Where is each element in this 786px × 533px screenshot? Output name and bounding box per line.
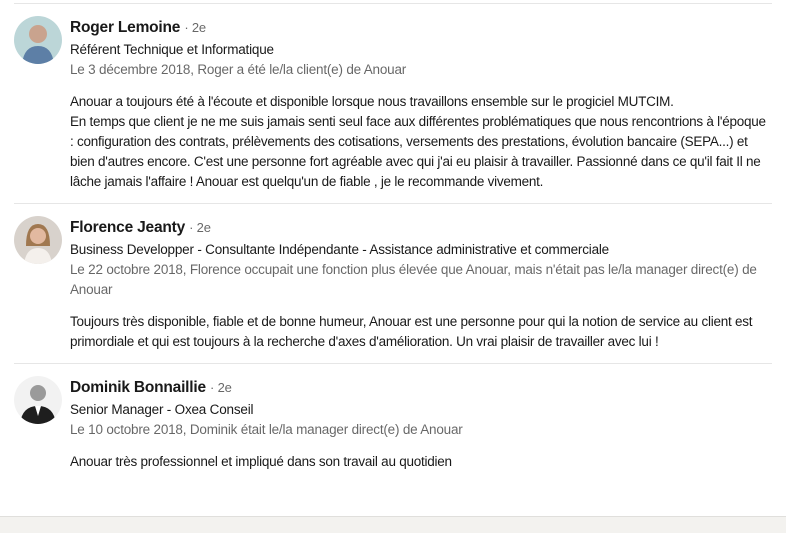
avatar[interactable] bbox=[14, 16, 62, 64]
recommender-name[interactable]: Dominik Bonnaillie bbox=[70, 379, 206, 396]
recommendation-text: Anouar très professionnel et impliqué da… bbox=[70, 454, 452, 469]
recommender-name[interactable]: Roger Lemoine bbox=[70, 19, 180, 36]
recommender-name[interactable]: Florence Jeanty bbox=[70, 219, 185, 236]
recommender-title: Référent Technique et Informatique bbox=[70, 42, 274, 57]
recommender-title: Business Developper - Consultante Indépe… bbox=[70, 242, 609, 257]
avatar-photo-icon bbox=[14, 16, 62, 64]
recommendation-relation: Le 10 octobre 2018, Dominik était le/la … bbox=[70, 422, 463, 437]
recommender-title: Senior Manager - Oxea Conseil bbox=[70, 402, 254, 417]
recommendation-relation: Le 3 décembre 2018, Roger a été le/la cl… bbox=[70, 62, 407, 77]
recommendation-text: Toujours très disponible, fiable et de b… bbox=[70, 314, 753, 349]
avatar[interactable] bbox=[14, 216, 62, 264]
avatar-photo-icon bbox=[14, 376, 62, 424]
recommendation-text: Anouar a toujours été à l'écoute et disp… bbox=[70, 94, 766, 189]
avatar[interactable] bbox=[14, 376, 62, 424]
recommendations-list: Roger Lemoine · 2e Référent Technique et… bbox=[14, 3, 772, 483]
recommendation-item: Florence Jeanty · 2e Business Developper… bbox=[14, 203, 772, 363]
connection-degree: · 2e bbox=[189, 220, 211, 235]
connection-degree: · 2e bbox=[184, 20, 206, 35]
page-background bbox=[0, 516, 786, 533]
avatar-photo-icon bbox=[14, 216, 62, 264]
connection-degree: · 2e bbox=[210, 380, 232, 395]
recommendation-item: Roger Lemoine · 2e Référent Technique et… bbox=[14, 3, 772, 203]
recommendation-relation: Le 22 octobre 2018, Florence occupait un… bbox=[70, 262, 757, 297]
recommendation-item: Dominik Bonnaillie · 2e Senior Manager -… bbox=[14, 363, 772, 483]
